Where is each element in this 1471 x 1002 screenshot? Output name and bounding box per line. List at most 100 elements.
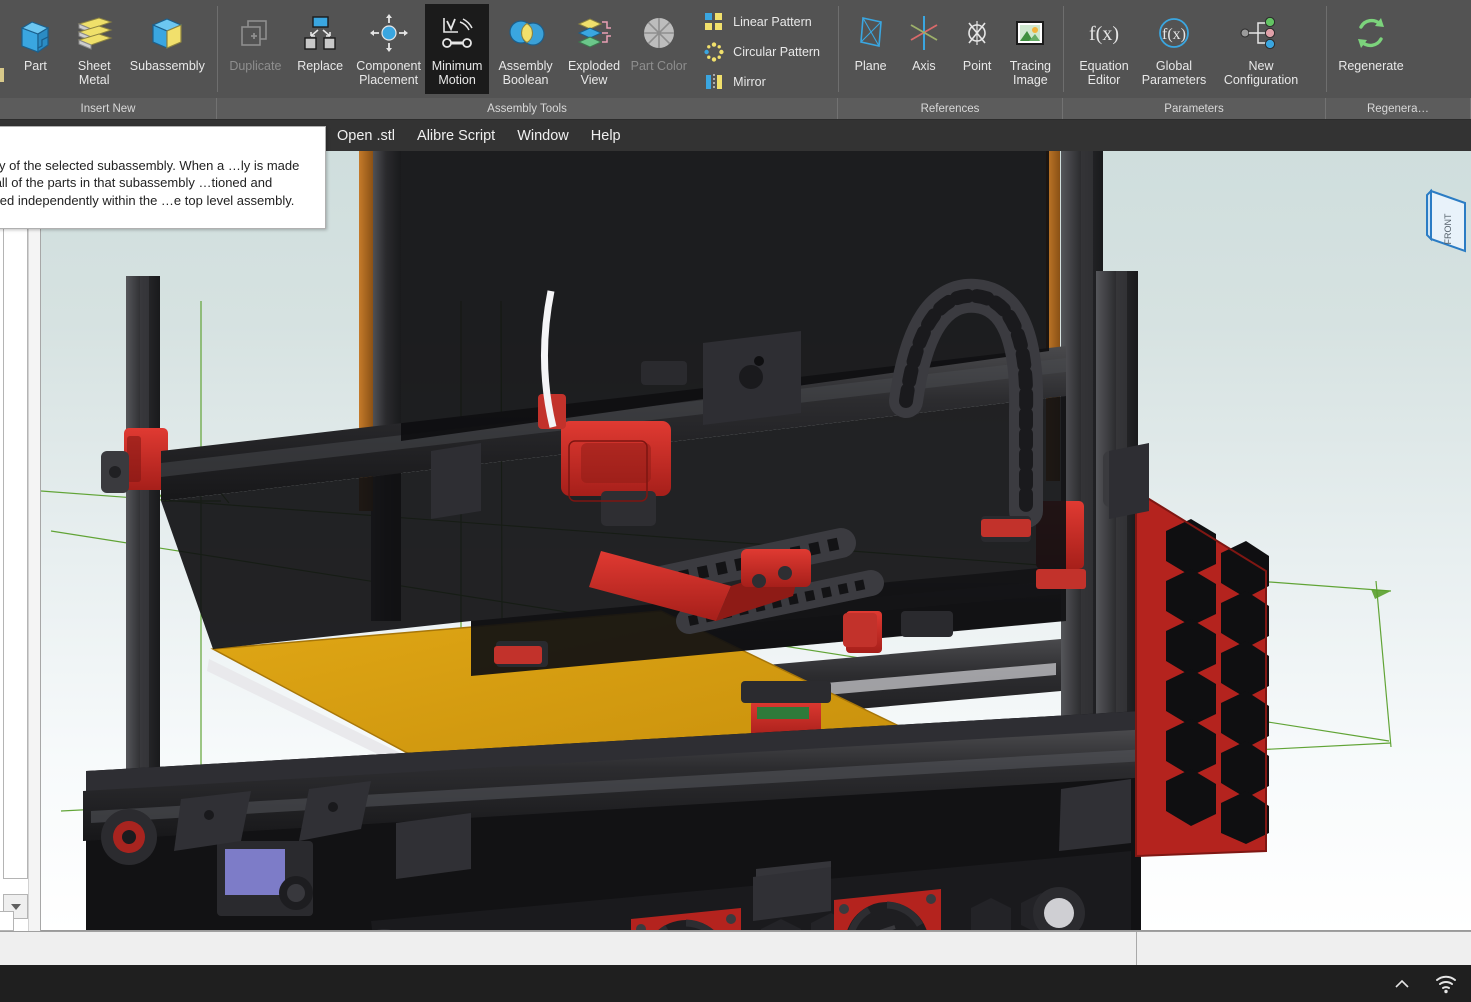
insert-part-label: Part <box>22 59 49 73</box>
replace-icon <box>296 10 344 56</box>
ribbon-toolbar: Part Sheet Metal <box>0 0 1471 120</box>
part-color-icon <box>635 10 683 56</box>
tooltip-popup: …exible …lexibility of the selected suba… <box>0 126 326 229</box>
chevron-up-icon <box>1392 974 1412 994</box>
group-label-assembly-tools: Assembly Tools <box>217 98 838 119</box>
exploded-view-button[interactable]: Exploded View <box>562 4 627 94</box>
component-placement-button[interactable]: Component Placement <box>353 4 425 94</box>
wifi-icon <box>1435 973 1457 995</box>
reference-point-button[interactable]: Point <box>951 4 1004 94</box>
menu-help[interactable]: Help <box>580 124 632 148</box>
regenerate-icon <box>1347 10 1395 56</box>
point-icon <box>953 10 1001 56</box>
insert-subassembly-button[interactable]: Subassembly <box>124 4 211 94</box>
component-placement-icon <box>365 10 413 56</box>
circular-pattern-label: Circular Pattern <box>733 45 820 59</box>
exploded-view-icon <box>570 10 618 56</box>
part-color-button[interactable]: Part Color <box>626 4 691 94</box>
insert-sheet-metal-label: Sheet Metal <box>65 59 124 88</box>
linear-pattern-icon <box>703 11 725 33</box>
minimum-motion-label: Minimum Motion <box>425 59 490 88</box>
menu-window[interactable]: Window <box>506 124 580 148</box>
design-explorer-scrollbar[interactable] <box>28 151 40 931</box>
reference-point-label: Point <box>961 59 994 73</box>
ribbon-left-edge-sliver <box>0 68 4 82</box>
assembly-boolean-label: Assembly Boolean <box>489 59 561 88</box>
svg-text:f(x): f(x) <box>1089 23 1119 45</box>
menu-alibre-script[interactable]: Alibre Script <box>406 124 506 148</box>
rail-clamp-left <box>494 646 542 664</box>
equation-editor-label: Equation Editor <box>1069 59 1139 88</box>
group-label-references: References <box>838 98 1063 119</box>
new-configuration-label: New Configuration <box>1209 59 1313 88</box>
duplicate-icon <box>231 10 279 56</box>
global-parameters-button[interactable]: f(x) Global Parameters <box>1139 4 1209 94</box>
global-parameters-icon: f(x) <box>1150 10 1198 56</box>
axis-icon <box>900 10 948 56</box>
viewport-3d[interactable]: Y X FRONT <box>41 151 1471 931</box>
regenerate-label: Regenerate <box>1336 59 1405 73</box>
reference-plane-button[interactable]: Plane <box>844 4 897 94</box>
show-hidden-icons-button[interactable] <box>1391 973 1413 995</box>
equation-editor-icon: f(x) <box>1080 10 1128 56</box>
insert-subassembly-label: Subassembly <box>128 59 207 73</box>
part-block-icon <box>11 10 59 56</box>
tracing-image-button[interactable]: Tracing Image <box>1004 4 1057 94</box>
plane-icon <box>847 10 895 56</box>
lcd-display <box>217 841 313 916</box>
ribbon-groups: Part Sheet Metal <box>0 0 1471 98</box>
group-label-parameters: Parameters <box>1063 98 1326 119</box>
status-bar <box>0 931 1471 965</box>
printer-model <box>83 151 1269 931</box>
part-color-label: Part Color <box>629 59 689 73</box>
subassembly-cube-icon <box>143 10 191 56</box>
assembly-boolean-icon <box>502 10 550 56</box>
chevron-down-icon <box>11 904 21 910</box>
ribbon-group-references: Plane Axis <box>838 0 1063 98</box>
rail-clamp-mid <box>843 613 877 647</box>
circular-pattern-icon <box>703 41 725 63</box>
sheet-metal-icon <box>70 10 118 56</box>
panel-corner-stub <box>0 911 14 931</box>
insert-part-button[interactable]: Part <box>6 4 65 94</box>
minimum-motion-icon <box>433 10 481 56</box>
linear-pattern-label: Linear Pattern <box>733 15 812 29</box>
windows-taskbar <box>0 965 1471 1002</box>
mirror-icon <box>703 71 725 93</box>
ribbon-group-label-row: Insert New Assembly Tools References Par… <box>0 98 1471 119</box>
new-configuration-button[interactable]: New Configuration <box>1209 4 1313 94</box>
exploded-view-label: Exploded View <box>562 59 627 88</box>
equation-editor-button[interactable]: f(x) Equation Editor <box>1069 4 1139 94</box>
network-status-button[interactable] <box>1435 973 1457 995</box>
assembly-boolean-button[interactable]: Assembly Boolean <box>489 4 561 94</box>
design-explorer-tree[interactable] <box>3 153 28 879</box>
insert-sheet-metal-button[interactable]: Sheet Metal <box>65 4 124 94</box>
ribbon-group-parameters: f(x) Equation Editor f(x) Global Paramet… <box>1063 0 1326 98</box>
design-explorer-panel <box>0 151 41 931</box>
new-configuration-icon <box>1237 10 1285 56</box>
circular-pattern-button[interactable]: Circular Pattern <box>701 37 828 67</box>
replace-button[interactable]: Replace <box>288 4 353 94</box>
view-cube[interactable]: FRONT <box>1425 181 1471 261</box>
group-label-regenerate: Regenera… <box>1326 98 1471 119</box>
tooltip-body: …lexibility of the selected subassembly.… <box>0 157 313 209</box>
reference-axis-label: Axis <box>910 59 938 73</box>
minimum-motion-button[interactable]: Minimum Motion <box>425 4 490 94</box>
application-window: Part Sheet Metal <box>0 0 1471 1002</box>
honeycomb-side-panel <box>1136 491 1269 856</box>
ribbon-group-regenerate: Regenerate <box>1326 0 1471 98</box>
global-parameters-label: Global Parameters <box>1139 59 1209 88</box>
rail-clamp-right <box>981 519 1031 537</box>
svg-text:f(x): f(x) <box>1162 26 1186 43</box>
tracing-image-icon <box>1006 10 1054 56</box>
menu-open-stl[interactable]: Open .stl <box>326 124 406 148</box>
tracing-image-label: Tracing Image <box>1004 59 1057 88</box>
duplicate-button[interactable]: Duplicate <box>223 4 288 94</box>
reference-axis-button[interactable]: Axis <box>897 4 950 94</box>
regenerate-button[interactable]: Regenerate <box>1332 4 1410 94</box>
linear-pattern-button[interactable]: Linear Pattern <box>701 7 828 37</box>
reference-plane-label: Plane <box>853 59 889 73</box>
mirror-button[interactable]: Mirror <box>701 67 828 97</box>
status-bar-left-cell <box>0 932 1137 965</box>
component-placement-label: Component Placement <box>353 59 425 88</box>
